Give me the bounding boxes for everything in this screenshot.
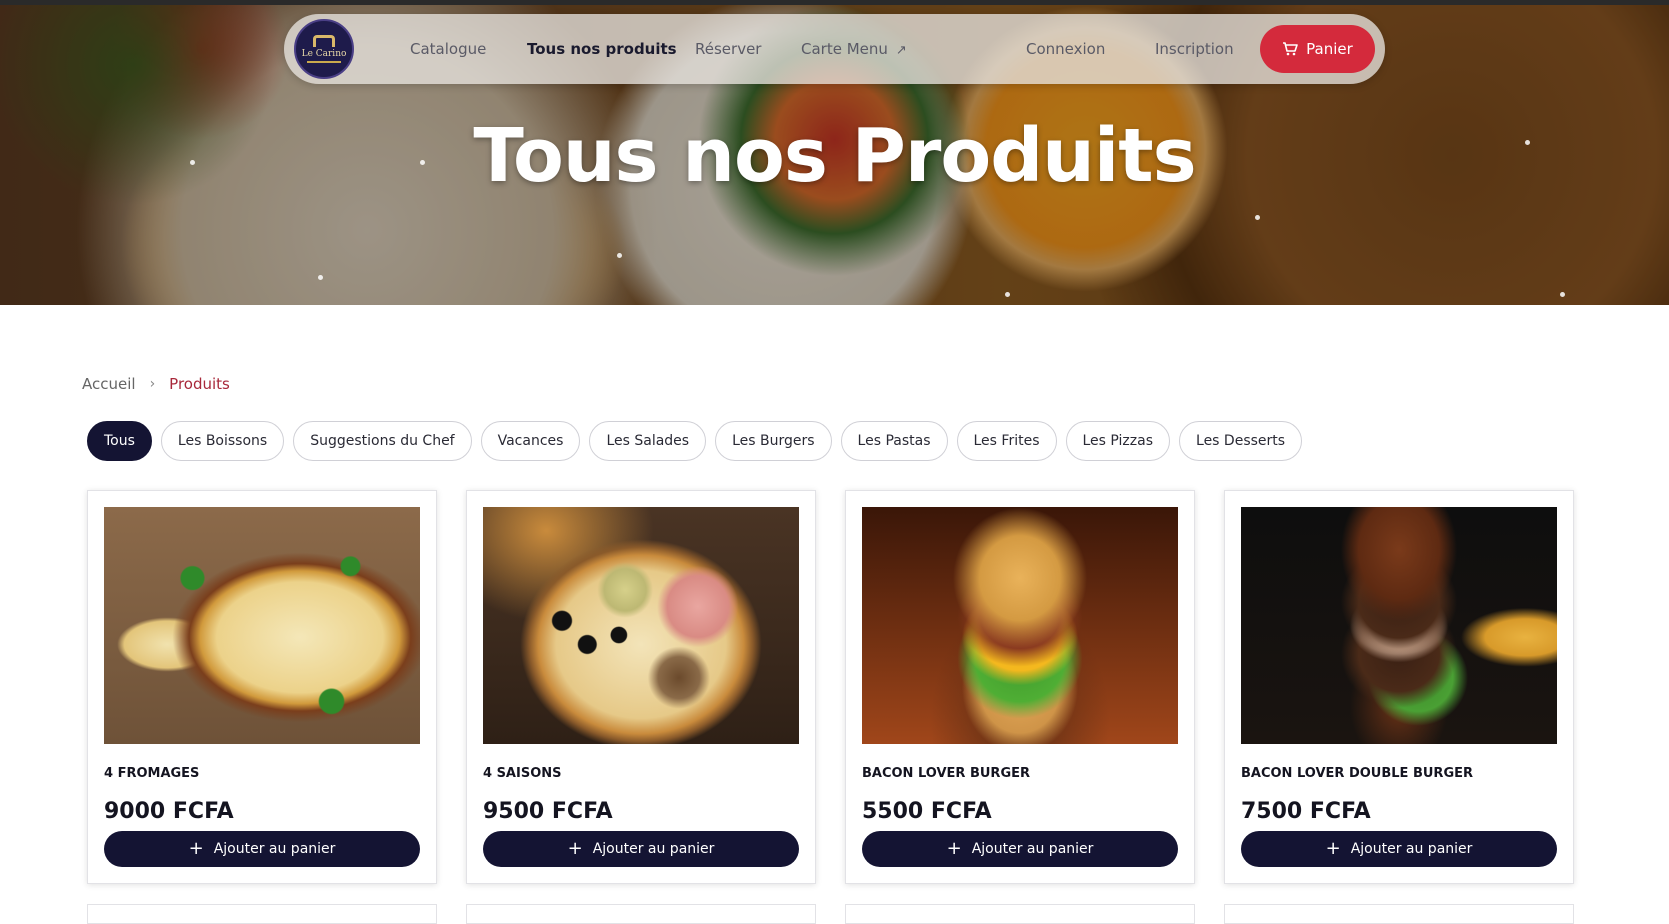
pizza-image [104,507,420,744]
product-price: 9000 FCFA [104,799,234,824]
breadcrumb-home[interactable]: Accueil [82,375,136,393]
product-name: BACON LOVER DOUBLE BURGER [1241,766,1474,781]
add-to-cart-button[interactable]: + Ajouter au panier [1241,831,1557,867]
product-price: 7500 FCFA [1241,799,1371,824]
add-to-cart-label: Ajouter au panier [971,841,1094,857]
add-to-cart-button[interactable]: + Ajouter au panier [104,831,420,867]
product-image[interactable] [104,507,420,744]
plus-icon: + [1325,838,1341,859]
category-pill-burgers[interactable]: Les Burgers [715,421,832,461]
burger-image [1241,507,1557,744]
cart-button-label: Panier [1306,40,1353,58]
product-card-next-row [87,904,437,924]
category-pill-desserts[interactable]: Les Desserts [1179,421,1303,461]
product-card[interactable]: BACON LOVER BURGER 5500 FCFA + Ajouter a… [845,490,1195,884]
page-title: Tous nos Produits [473,113,1196,199]
category-pill-all[interactable]: Tous [87,421,152,461]
nav-link-catalogue[interactable]: Catalogue [410,14,486,84]
snow-particle [1560,292,1565,297]
snow-particle [1255,215,1260,220]
product-card[interactable]: 4 SAISONS 9500 FCFA + Ajouter au panier [466,490,816,884]
snow-particle [617,253,622,258]
category-pill-pastas[interactable]: Les Pastas [840,421,948,461]
logo-text: Le Carino [301,49,347,59]
product-card-next-row [845,904,1195,924]
product-image[interactable] [483,507,799,744]
product-image[interactable] [1241,507,1557,744]
main-navbar: Le Carino Catalogue Tous nos produits Ré… [284,14,1385,84]
product-name: 4 SAISONS [483,766,562,781]
pizza-image [483,507,799,744]
nav-link-reserve[interactable]: Réserver [695,14,761,84]
category-pill-chef-suggestions[interactable]: Suggestions du Chef [293,421,472,461]
logo-underline [307,61,341,63]
category-pill-fries[interactable]: Les Frites [956,421,1057,461]
nav-link-all-products[interactable]: Tous nos produits [527,14,677,84]
category-filter: Tous Les Boissons Suggestions du Chef Va… [87,421,1303,461]
cart-button[interactable]: Panier [1260,25,1375,73]
snow-particle [1005,292,1010,297]
logo-emblem-icon [313,35,335,47]
product-price: 5500 FCFA [862,799,992,824]
nav-link-login[interactable]: Connexion [1026,14,1105,84]
product-card-next-row [1224,904,1574,924]
nav-link-menu-card[interactable]: Carte Menu ↗ [801,14,907,84]
category-pill-salads[interactable]: Les Salades [589,421,707,461]
product-card[interactable]: BACON LOVER DOUBLE BURGER 7500 FCFA + Aj… [1224,490,1574,884]
shopping-cart-icon [1283,42,1298,56]
add-to-cart-label: Ajouter au panier [213,841,336,857]
category-pill-pizzas[interactable]: Les Pizzas [1065,421,1171,461]
snow-particle [318,275,323,280]
category-pill-holidays[interactable]: Vacances [480,421,581,461]
brand-logo[interactable]: Le Carino [294,19,354,79]
add-to-cart-label: Ajouter au panier [592,841,715,857]
nav-link-signup[interactable]: Inscription [1155,14,1234,84]
product-image[interactable] [862,507,1178,744]
product-name: 4 FROMAGES [104,766,200,781]
chevron-right-icon: › [149,376,156,392]
product-price: 9500 FCFA [483,799,613,824]
breadcrumb-current: Produits [169,375,230,393]
plus-icon: + [946,838,962,859]
add-to-cart-button[interactable]: + Ajouter au panier [862,831,1178,867]
product-card[interactable]: 4 FROMAGES 9000 FCFA + Ajouter au panier [87,490,437,884]
category-pill-drinks[interactable]: Les Boissons [160,421,285,461]
external-link-icon: ↗ [895,43,907,58]
plus-icon: + [567,838,583,859]
product-card-next-row [466,904,816,924]
nav-link-menu-card-label: Carte Menu [801,40,888,58]
plus-icon: + [188,838,204,859]
breadcrumb: Accueil › Produits [82,375,230,393]
add-to-cart-label: Ajouter au panier [1350,841,1473,857]
burger-image [862,507,1178,744]
product-name: BACON LOVER BURGER [862,766,1031,781]
add-to-cart-button[interactable]: + Ajouter au panier [483,831,799,867]
